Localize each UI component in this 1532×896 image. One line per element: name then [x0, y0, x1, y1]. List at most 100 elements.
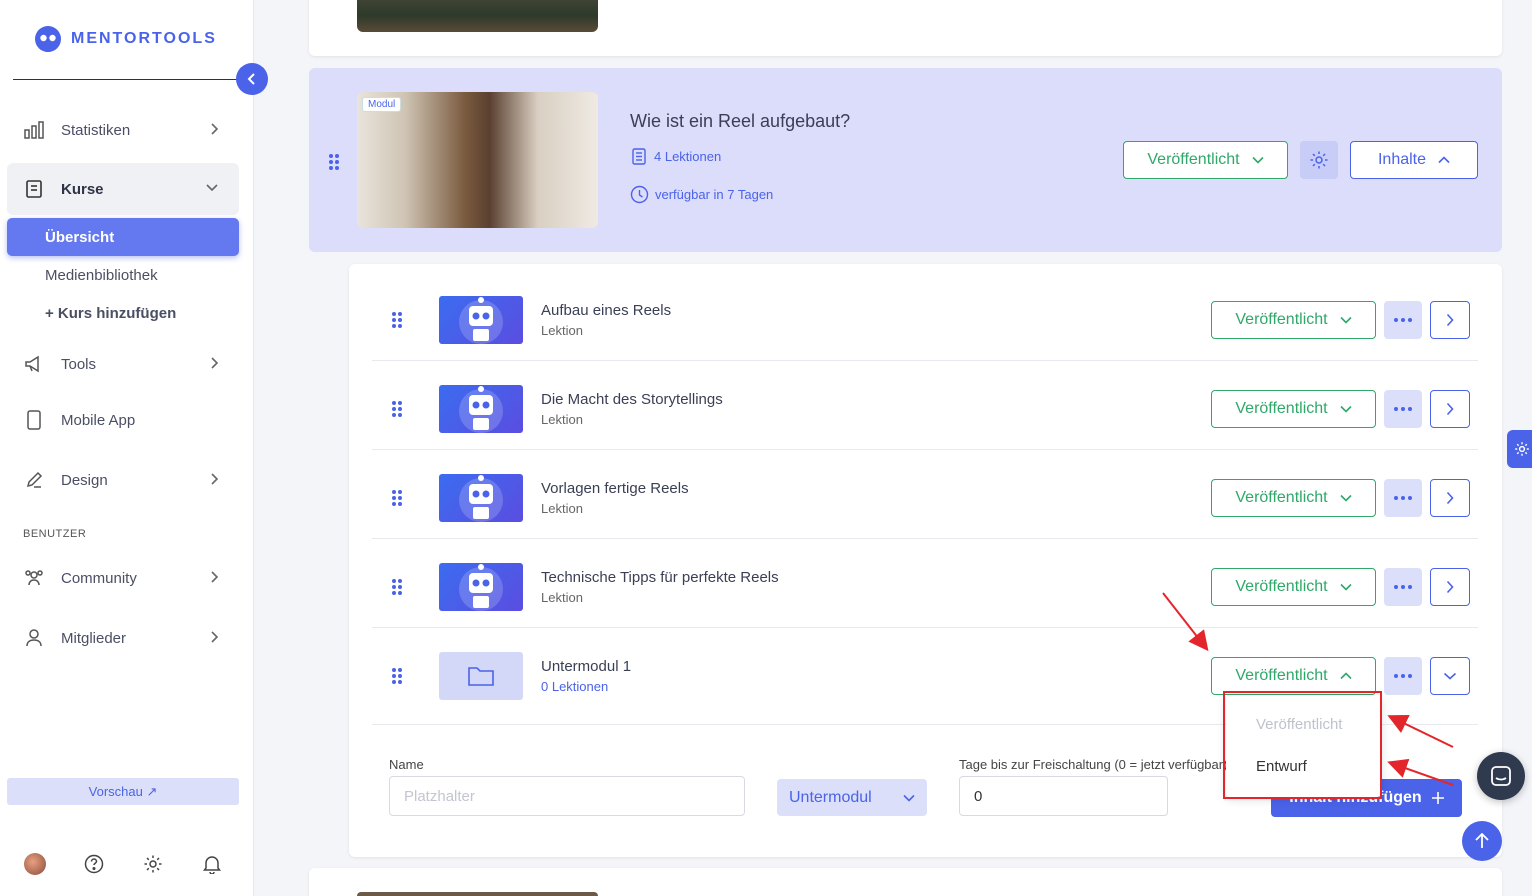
lesson-open-button[interactable]	[1430, 390, 1470, 428]
module-thumbnail: Modul	[357, 92, 598, 228]
submodule-more-button[interactable]	[1384, 657, 1422, 695]
drag-handle-icon[interactable]	[392, 579, 402, 595]
lesson-thumbnail	[439, 474, 523, 522]
module-lesson-count: 4 Lektionen	[632, 148, 721, 165]
sidebar-item-tools[interactable]: Tools	[7, 341, 239, 387]
drag-handle-icon[interactable]	[392, 401, 402, 417]
lesson-status-select[interactable]: Veröffentlicht	[1211, 479, 1376, 517]
module-contents-label: Inhalte	[1377, 151, 1427, 168]
module-card: Modul Wie ist ein Reel aufgebaut? 4 Lekt…	[309, 68, 1502, 252]
bar-chart-icon	[23, 119, 45, 141]
module-status-label: Veröffentlicht	[1147, 151, 1240, 168]
lesson-more-button[interactable]	[1384, 568, 1422, 606]
lesson-type: Lektion	[541, 323, 583, 338]
sidebar-footer	[0, 852, 254, 876]
drag-handle-icon[interactable]	[392, 312, 402, 328]
chat-launcher-button[interactable]	[1477, 752, 1525, 800]
bell-icon[interactable]	[200, 852, 224, 876]
lesson-open-button[interactable]	[1430, 301, 1470, 339]
sidebar-sub-kurs-hinzufuegen[interactable]: + Kurs hinzufügen	[7, 294, 239, 332]
module-thumbnail	[357, 892, 598, 896]
logo-divider	[13, 79, 238, 80]
chevron-down-icon	[206, 184, 218, 192]
sidebar-sub-uebersicht[interactable]: Übersicht	[7, 218, 239, 256]
avatar[interactable]	[24, 853, 46, 875]
chevron-right-icon	[211, 571, 219, 583]
folder-icon	[468, 667, 494, 686]
more-dots-icon	[1394, 585, 1412, 589]
lesson-more-button[interactable]	[1384, 390, 1422, 428]
sidebar-item-kurse[interactable]: Kurse	[7, 163, 239, 215]
lesson-status-select[interactable]: Veröffentlicht	[1211, 390, 1376, 428]
lesson-thumbnail	[439, 296, 523, 344]
lesson-open-button[interactable]	[1430, 479, 1470, 517]
gear-icon[interactable]	[141, 852, 165, 876]
chevron-right-icon	[211, 357, 219, 369]
chevron-down-icon	[1340, 494, 1352, 502]
book-icon	[23, 178, 45, 200]
chevron-right-icon	[1446, 313, 1454, 327]
preview-button[interactable]: Vorschau ↗	[7, 778, 239, 805]
lesson-type: Lektion	[541, 590, 583, 605]
name-label: Name	[389, 757, 424, 772]
lesson-status-select[interactable]: Veröffentlicht	[1211, 301, 1376, 339]
lesson-type: Lektion	[541, 501, 583, 516]
days-input[interactable]: 0	[959, 776, 1168, 816]
sidebar-item-label: Tools	[61, 355, 97, 373]
chevron-down-icon	[1252, 156, 1264, 164]
user-icon	[23, 627, 45, 649]
row-divider	[372, 627, 1478, 628]
chevron-right-icon	[211, 123, 219, 135]
sidebar-collapse-button[interactable]	[236, 63, 268, 95]
submodule-expand-button[interactable]	[1430, 657, 1470, 695]
chevron-down-icon	[1340, 405, 1352, 413]
row-divider	[372, 538, 1478, 539]
row-divider	[372, 360, 1478, 361]
name-input[interactable]: Platzhalter	[389, 776, 745, 816]
module-availability-text: verfügbar in 7 Tagen	[655, 187, 774, 202]
sidebar-item-statistiken[interactable]: Statistiken	[7, 107, 239, 153]
drag-handle-icon[interactable]	[392, 490, 402, 506]
users-group-icon	[23, 567, 45, 589]
drag-handle-icon[interactable]	[329, 154, 339, 170]
gear-icon	[1310, 151, 1328, 169]
sidebar-sub-medienbibliothek[interactable]: Medienbibliothek	[7, 256, 239, 294]
lesson-status-select[interactable]: Veröffentlicht	[1211, 568, 1376, 606]
module-title[interactable]: Wie ist ein Reel aufgebaut?	[630, 111, 850, 132]
settings-side-tab[interactable]	[1507, 430, 1532, 468]
scroll-top-button[interactable]	[1462, 821, 1502, 861]
module-lesson-count-text: 4 Lektionen	[654, 149, 722, 164]
chevron-right-icon	[1446, 580, 1454, 594]
more-dots-icon	[1394, 407, 1412, 411]
lesson-title: Die Macht des Storytellings	[541, 391, 723, 408]
content-type-value: Untermodul	[789, 788, 872, 806]
chevron-down-icon	[1443, 672, 1457, 680]
plus-icon	[1431, 792, 1444, 804]
chat-icon	[1491, 766, 1511, 786]
lesson-type: Lektion	[541, 412, 583, 427]
content-type-select[interactable]: Untermodul	[777, 779, 927, 816]
arrow-up-icon	[1475, 833, 1489, 848]
module-settings-button[interactable]	[1300, 141, 1338, 179]
sidebar-item-mitglieder[interactable]: Mitglieder	[7, 615, 239, 661]
sidebar-item-design[interactable]: Design	[7, 457, 239, 503]
submodule-status-label: Veröffentlicht	[1235, 667, 1328, 684]
sidebar-item-mobile-app[interactable]: Mobile App	[7, 397, 239, 443]
lesson-status-label: Veröffentlicht	[1235, 311, 1328, 328]
submodule-status-select[interactable]: Veröffentlicht	[1211, 657, 1376, 695]
drag-handle-icon[interactable]	[392, 668, 402, 684]
annotation-highlight-box	[1223, 691, 1382, 799]
chevron-up-icon	[1438, 156, 1450, 164]
logo[interactable]: MENTORTOOLS	[33, 24, 217, 54]
module-status-select[interactable]: Veröffentlicht	[1123, 141, 1288, 179]
lesson-status-label: Veröffentlicht	[1235, 489, 1328, 506]
sidebar-item-label: Community	[61, 569, 137, 587]
lesson-more-button[interactable]	[1384, 479, 1422, 517]
sidebar-item-label: Design	[61, 471, 108, 489]
module-contents-toggle[interactable]: Inhalte	[1350, 141, 1478, 179]
lesson-open-button[interactable]	[1430, 568, 1470, 606]
lesson-title: Technische Tipps für perfekte Reels	[541, 569, 779, 586]
lesson-more-button[interactable]	[1384, 301, 1422, 339]
sidebar-item-community[interactable]: Community	[7, 555, 239, 601]
help-icon[interactable]	[82, 852, 106, 876]
